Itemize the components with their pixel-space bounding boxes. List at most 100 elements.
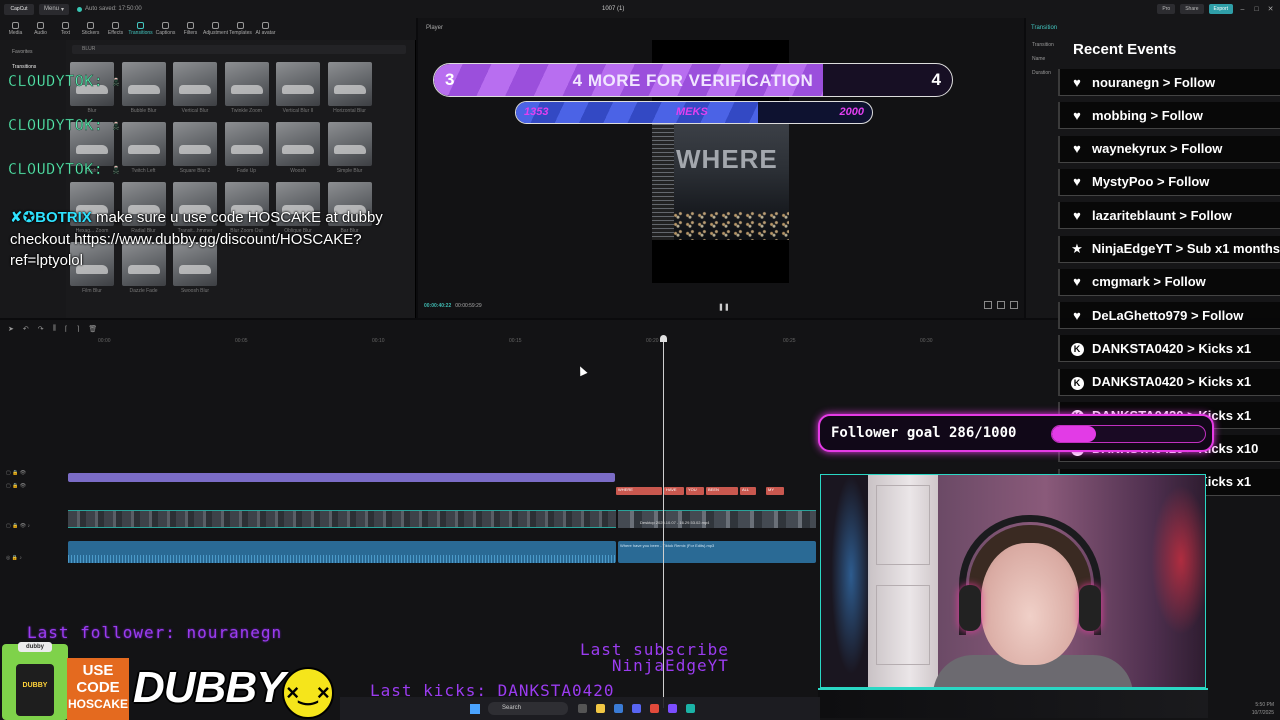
tool-captions[interactable]: Captions bbox=[153, 18, 178, 40]
transition-thumbnail[interactable] bbox=[327, 122, 372, 166]
editor-toolbar: Media Audio Text Stickers Effects Transi… bbox=[0, 18, 416, 40]
transition-thumbnail[interactable] bbox=[224, 122, 269, 166]
audio-clip-main[interactable] bbox=[68, 541, 616, 563]
verification-current: 3 bbox=[445, 70, 455, 89]
file-explorer-icon[interactable] bbox=[596, 704, 605, 713]
split-icon[interactable]: ⫼ bbox=[53, 325, 56, 333]
undo-icon[interactable]: ↶ bbox=[23, 325, 29, 333]
event-row: K DANKSTA0420 > Kicks x1 bbox=[1058, 335, 1280, 363]
car-image bbox=[179, 85, 211, 94]
ruler-tick: 00:25 bbox=[783, 338, 796, 344]
timeline-tools: ➤ ↶ ↷ ⫼ ⌈ ⌉ 🗑 bbox=[8, 325, 97, 333]
crop-icon[interactable] bbox=[997, 301, 1005, 309]
sidebar-item-transitions[interactable]: Transitions bbox=[0, 55, 66, 70]
transition-label: Film Blur bbox=[82, 288, 102, 294]
car-image bbox=[230, 145, 263, 154]
share-button[interactable]: Share bbox=[1180, 4, 1204, 14]
pro-button[interactable]: Pro bbox=[1157, 4, 1176, 14]
ratio-icon[interactable] bbox=[984, 301, 992, 309]
tool-effects[interactable]: Effects bbox=[103, 18, 128, 40]
tool-text[interactable]: Text bbox=[53, 18, 78, 40]
tool-audio[interactable]: Audio bbox=[28, 18, 53, 40]
tool-filters[interactable]: Filters bbox=[178, 18, 203, 40]
text-clip[interactable] bbox=[68, 473, 615, 482]
dubby-sponsor-banner: dubby DUBBY USE CODE HOSCAKE DUBBY ×‿× bbox=[0, 640, 340, 720]
caption-clip[interactable]: WHERE bbox=[616, 487, 662, 495]
capcut-taskbar-icon[interactable] bbox=[686, 704, 695, 713]
door-panel bbox=[876, 585, 930, 665]
transition-thumbnail[interactable] bbox=[224, 62, 269, 106]
edge-icon[interactable] bbox=[614, 704, 623, 713]
adjustment-icon bbox=[212, 22, 219, 29]
event-row: ♥ DeLaGhetto979 > Follow bbox=[1058, 302, 1280, 330]
transition-thumbnail[interactable] bbox=[276, 122, 320, 166]
track-header-caption[interactable]: ▢ 🔒 👁 bbox=[6, 483, 30, 496]
video-clip-desktop[interactable]: Desktop 2025.10.07 - 16.29.53.02.mp4 bbox=[618, 510, 816, 528]
task-view-icon[interactable] bbox=[578, 704, 587, 713]
transitions-icon bbox=[137, 22, 144, 29]
tool-adjustment[interactable]: Adjustment bbox=[203, 18, 228, 40]
tool-ai-avatar[interactable]: AI avatar bbox=[253, 18, 278, 40]
video-clip-main[interactable] bbox=[68, 510, 616, 528]
search-input[interactable]: BLUR bbox=[72, 45, 406, 54]
ruler-tick: 00:30 bbox=[920, 338, 933, 344]
track-header-video[interactable]: ▢ 🔒 👁 ♪ bbox=[6, 523, 30, 536]
tool-templates[interactable]: Templates bbox=[228, 18, 253, 40]
taskbar-search[interactable]: Search bbox=[488, 702, 568, 715]
ruler-tick: 00:10 bbox=[372, 338, 385, 344]
menu-button[interactable]: Menu ▾ bbox=[39, 3, 70, 15]
text-icon bbox=[62, 22, 69, 29]
sub-goal-current: 1353 bbox=[524, 106, 549, 118]
trim-right-icon[interactable]: ⌉ bbox=[77, 325, 80, 333]
transition-label: Vertical Blur II bbox=[282, 108, 314, 114]
caption-clip[interactable]: ALL bbox=[740, 487, 756, 495]
event-row: ♥ cmgmark > Follow bbox=[1058, 268, 1280, 296]
pause-icon[interactable]: ❚❚ bbox=[718, 303, 730, 311]
close-icon[interactable]: ✕ bbox=[1266, 5, 1275, 13]
event-text: DANKSTA0420 > Kicks x1 bbox=[1092, 374, 1252, 390]
recent-events-title: Recent Events bbox=[1073, 41, 1177, 58]
menu-label: Menu bbox=[44, 6, 60, 12]
event-text: waynekyrux > Follow bbox=[1092, 141, 1223, 157]
transition-label: Horizontal Blur bbox=[333, 108, 366, 114]
caption-clip[interactable]: YOU bbox=[686, 487, 704, 495]
maximize-icon[interactable]: □ bbox=[1252, 6, 1261, 13]
transition-thumbnail[interactable] bbox=[173, 122, 217, 166]
tool-transitions[interactable]: Transitions bbox=[128, 18, 153, 40]
select-tool-icon[interactable]: ➤ bbox=[8, 325, 14, 333]
tool-media[interactable]: Media bbox=[3, 18, 28, 40]
caption-clip[interactable]: HAVE bbox=[664, 487, 684, 495]
tool-stickers[interactable]: Stickers bbox=[78, 18, 103, 40]
caption-clip[interactable]: BEEN bbox=[706, 487, 738, 495]
car-image bbox=[127, 145, 160, 154]
minimize-icon[interactable]: – bbox=[1238, 6, 1247, 13]
obs-icon[interactable] bbox=[668, 704, 677, 713]
track-header-audio[interactable]: ◎ 🔒 ♪ bbox=[6, 555, 30, 568]
fullscreen-icon[interactable] bbox=[1010, 301, 1018, 309]
discord-icon[interactable] bbox=[632, 704, 641, 713]
sub-goal-progress-fill bbox=[516, 102, 759, 123]
transition-thumbnail[interactable] bbox=[121, 62, 166, 106]
track-header-text[interactable]: ▢ 🔒 👁 bbox=[6, 470, 30, 483]
redo-icon[interactable]: ↷ bbox=[38, 325, 44, 333]
transition-thumbnail[interactable] bbox=[121, 122, 166, 166]
tool-label: Audio bbox=[34, 30, 47, 36]
windows-start-icon[interactable] bbox=[470, 703, 480, 714]
delete-icon[interactable]: 🗑 bbox=[88, 325, 97, 333]
sidebar-item-favorites[interactable]: Favorites bbox=[0, 40, 66, 55]
transition-thumbnail[interactable] bbox=[327, 62, 372, 106]
export-button[interactable]: Export bbox=[1208, 4, 1233, 14]
caption-clip[interactable]: MY bbox=[766, 487, 784, 495]
trim-left-icon[interactable]: ⌈ bbox=[65, 325, 68, 333]
chrome-icon[interactable] bbox=[650, 704, 659, 713]
player-title: Player bbox=[426, 25, 444, 31]
webcam-feed bbox=[820, 474, 1206, 688]
tool-label: Effects bbox=[107, 30, 124, 36]
car-image bbox=[127, 85, 160, 94]
transition-thumbnail[interactable] bbox=[276, 62, 320, 106]
webcam-frame bbox=[818, 688, 1208, 718]
audio-clip-remix[interactable]: Where have you been - Tiktok Remix (For … bbox=[618, 541, 816, 563]
transition-thumbnail[interactable] bbox=[173, 62, 217, 106]
effects-icon bbox=[112, 22, 119, 29]
templates-icon bbox=[237, 22, 244, 29]
